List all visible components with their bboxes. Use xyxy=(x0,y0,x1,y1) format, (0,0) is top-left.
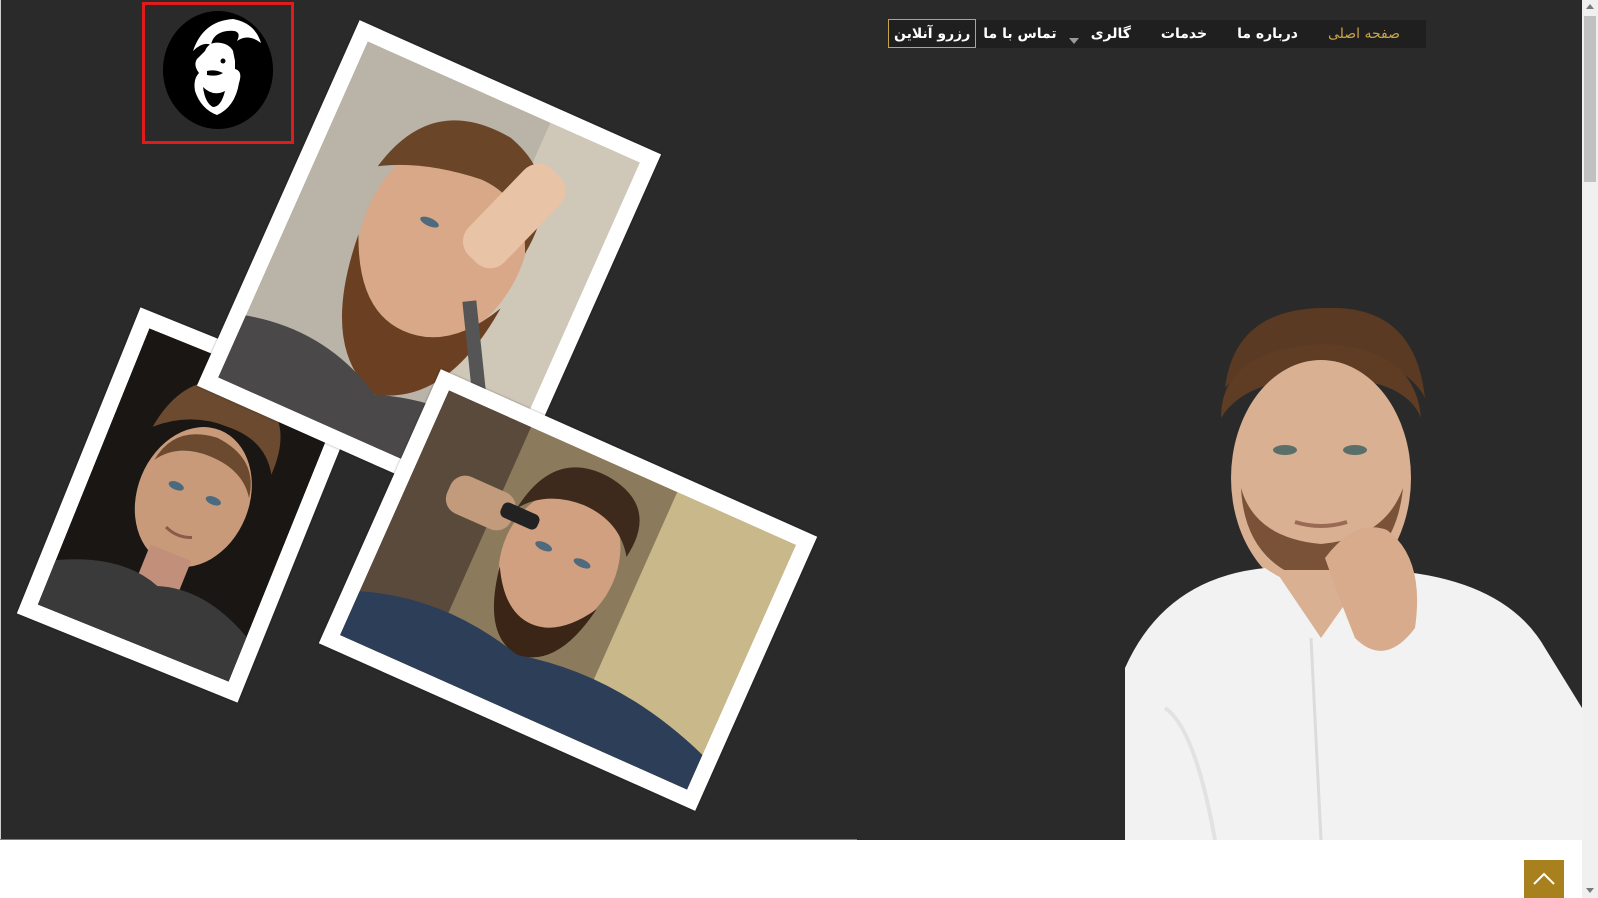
nav-item-about[interactable]: درباره ما xyxy=(1237,26,1298,42)
scroll-down-arrow-icon[interactable] xyxy=(1586,888,1594,893)
nav-item-services[interactable]: خدمات xyxy=(1161,26,1207,42)
hero-section: صفحه اصلی درباره ما خدمات گالری تماس با … xyxy=(0,0,1582,840)
site-logo-frame[interactable] xyxy=(142,2,294,144)
scrollbar-thumb[interactable] xyxy=(1584,16,1596,182)
haircut-clipper-photo xyxy=(339,390,797,790)
nav-item-contact[interactable]: تماس با ما xyxy=(983,26,1056,42)
reserve-online-button[interactable]: رزرو آنلاین xyxy=(888,19,977,48)
main-nav: صفحه اصلی درباره ما خدمات گالری تماس با … xyxy=(888,19,1426,48)
hero-edge xyxy=(0,0,1,840)
back-to-top-button[interactable] xyxy=(1524,860,1564,898)
chevron-down-icon xyxy=(1068,38,1079,44)
scroll-up-arrow-icon[interactable] xyxy=(1586,4,1594,9)
nav-item-gallery-label: گالری xyxy=(1090,26,1131,42)
page: صفحه اصلی درباره ما خدمات گالری تماس با … xyxy=(0,0,1598,898)
model-portrait-photo xyxy=(1125,308,1582,840)
nav-item-home[interactable]: صفحه اصلی xyxy=(1328,26,1400,42)
page-scrollbar[interactable] xyxy=(1582,0,1598,898)
chevron-up-icon xyxy=(1533,872,1555,885)
nav-item-gallery[interactable]: گالری xyxy=(1068,26,1131,44)
hero-divider xyxy=(0,839,857,840)
bearded-man-logo-icon xyxy=(163,11,273,129)
